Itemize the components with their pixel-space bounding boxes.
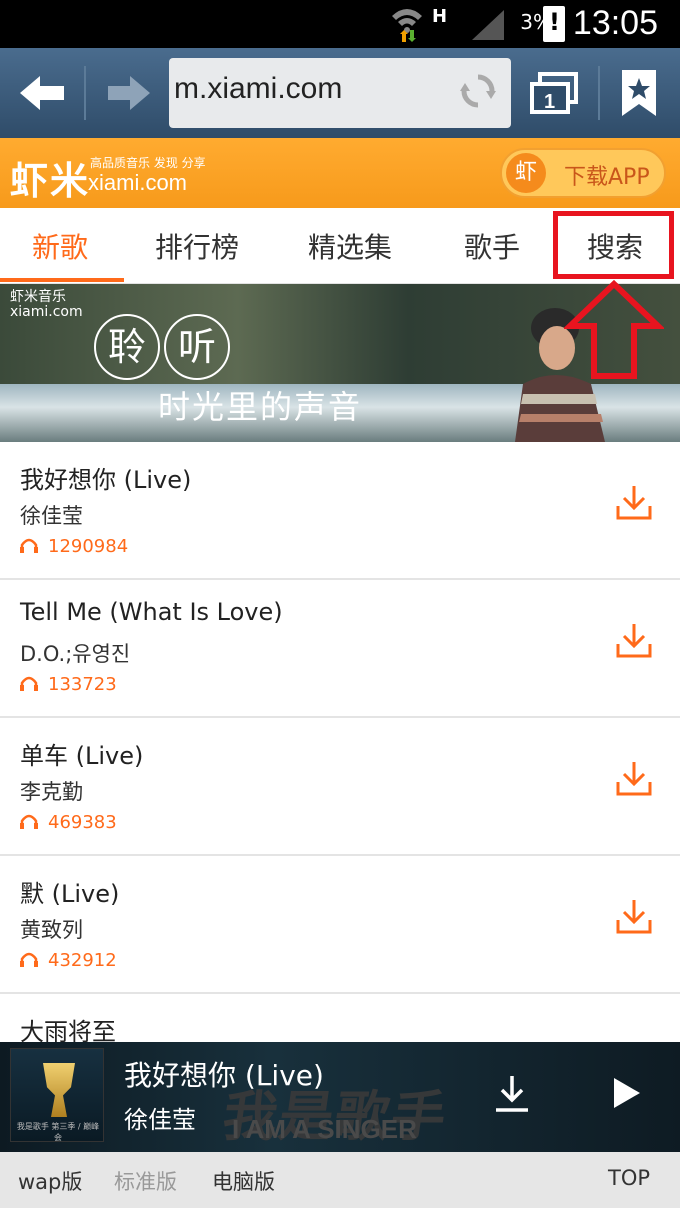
play-count-value: 432912: [48, 950, 117, 971]
active-tab-indicator: [0, 278, 124, 282]
refresh-icon[interactable]: [459, 72, 497, 110]
desktop-version-link[interactable]: 电脑版: [212, 1166, 275, 1196]
headphones-icon: [20, 676, 38, 691]
tab-new-songs[interactable]: 新歌: [32, 226, 88, 266]
play-count-value: 469383: [48, 812, 117, 833]
song-list: 我好想你 (Live) 徐佳莹 1290984 Tell Me (What Is…: [0, 442, 680, 1054]
play-count-value: 1290984: [48, 536, 129, 557]
banner-brand-cn: 虾米音乐: [10, 289, 66, 305]
wifi-icon: [392, 9, 422, 42]
cover-caption: 我是歌手 第三季 / 巅峰会: [16, 1122, 100, 1142]
song-row[interactable]: Tell Me (What Is Love) D.O.;유영진 133723: [0, 580, 680, 718]
now-playing-title: 我好想你 (Live): [124, 1059, 324, 1092]
headphones-icon: [20, 814, 38, 829]
play-count: 469383: [20, 812, 117, 833]
tab-charts[interactable]: 排行榜: [155, 226, 239, 266]
song-title[interactable]: 默 (Live): [20, 874, 119, 909]
song-title[interactable]: 单车 (Live): [20, 736, 143, 771]
tabs-icon[interactable]: 1: [528, 70, 580, 116]
play-count: 432912: [20, 950, 117, 971]
bookmark-star-icon[interactable]: [620, 68, 658, 118]
song-artist[interactable]: 黄致列: [20, 914, 83, 944]
wap-version-link[interactable]: wap版: [18, 1166, 82, 1196]
song-artist[interactable]: 徐佳莹: [20, 500, 83, 530]
site-header: 虾米 高品质音乐 发现 分享 xiami.com 虾 下载APP: [0, 138, 680, 208]
back-arrow-icon[interactable]: [14, 70, 70, 116]
download-icon[interactable]: [614, 620, 654, 660]
status-bar: H 3% 13:05: [0, 0, 680, 48]
url-bar[interactable]: m.xiami.com: [169, 58, 511, 128]
song-title[interactable]: Tell Me (What Is Love): [20, 598, 283, 626]
banner-char-2: 听: [164, 314, 230, 380]
signal-icon: [472, 10, 504, 40]
trophy-image: [43, 1063, 75, 1117]
banner-char-1: 聆: [94, 314, 160, 380]
song-row[interactable]: 单车 (Live) 李克勤 469383: [0, 718, 680, 856]
mini-player[interactable]: 我是歌手 I AM A SINGER 我是歌手 第三季 / 巅峰会 我好想你 (…: [0, 1042, 680, 1152]
logo-tagline: 高品质音乐 发现 分享: [90, 156, 206, 170]
player-download-icon[interactable]: [492, 1074, 532, 1114]
song-title[interactable]: 我好想你 (Live): [20, 460, 191, 495]
play-count: 1290984: [20, 536, 128, 557]
download-app-button[interactable]: 虾 下载APP: [500, 148, 666, 198]
download-icon[interactable]: [614, 758, 654, 798]
back-to-top-link[interactable]: TOP: [608, 1166, 650, 1190]
svg-text:1: 1: [544, 91, 555, 113]
banner-brand: 虾米音乐 xiami.com: [10, 290, 83, 320]
xiami-logo[interactable]: 虾米 高品质音乐 发现 分享 xiami.com: [10, 150, 206, 205]
logo-domain: xiami.com: [88, 170, 188, 195]
url-text[interactable]: m.xiami.com: [174, 72, 342, 106]
download-app-label: 下载APP: [564, 165, 650, 190]
headphones-icon: [20, 538, 38, 553]
search-highlight-box: [553, 211, 674, 279]
logo-text: 虾米: [10, 159, 91, 203]
play-icon[interactable]: [612, 1076, 642, 1110]
clock: 13:05: [572, 4, 658, 42]
standard-version-link[interactable]: 标准版: [114, 1166, 177, 1196]
download-icon[interactable]: [614, 482, 654, 522]
network-type: H: [432, 6, 448, 27]
now-playing-artist: 徐佳莹: [124, 1106, 196, 1134]
banner-subtitle: 时光里的声音: [158, 388, 363, 426]
browser-toolbar: m.xiami.com 1: [0, 48, 680, 138]
song-artist[interactable]: D.O.;유영진: [20, 638, 130, 668]
song-artist[interactable]: 李克勤: [20, 776, 83, 806]
battery-icon: [543, 6, 565, 42]
download-icon[interactable]: [614, 896, 654, 936]
play-count-value: 133723: [48, 674, 117, 695]
banner-brand-en: xiami.com: [10, 304, 83, 320]
play-count: 133723: [20, 674, 117, 695]
category-tabs: 新歌 排行榜 精选集 歌手 搜索: [0, 208, 680, 284]
footer-bar: wap版 标准版 电脑版 TOP: [0, 1152, 680, 1208]
forward-arrow-icon[interactable]: [100, 70, 156, 116]
up-arrow-annotation-icon: [564, 280, 664, 379]
toolbar-divider: [84, 66, 86, 120]
headphones-icon: [20, 952, 38, 967]
toolbar-divider: [598, 66, 600, 120]
app-icon: 虾: [506, 153, 546, 193]
song-row[interactable]: 我好想你 (Live) 徐佳莹 1290984: [0, 442, 680, 580]
song-row[interactable]: 默 (Live) 黄致列 432912: [0, 856, 680, 994]
album-cover[interactable]: 我是歌手 第三季 / 巅峰会: [10, 1048, 104, 1142]
tab-collections[interactable]: 精选集: [308, 226, 392, 266]
player-bg-title-en: I AM A SINGER: [232, 1114, 417, 1144]
tab-artists[interactable]: 歌手: [464, 226, 520, 266]
